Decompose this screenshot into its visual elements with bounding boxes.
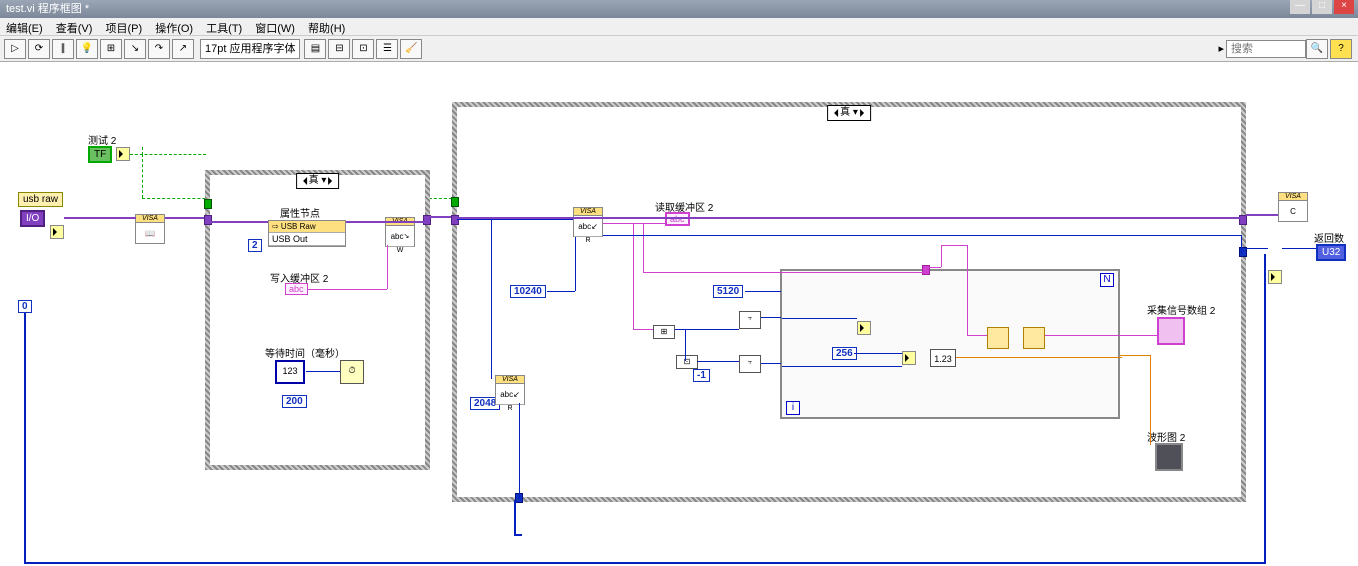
step-over-button[interactable]: ↷ — [148, 39, 170, 59]
split-array-node-2[interactable]: ⫟ — [739, 355, 761, 373]
label-prop-node: 属性节点 — [280, 205, 320, 220]
read-buffer-ind[interactable]: abc — [665, 212, 690, 226]
title-bar: test.vi 程序框图 * — □ × — [0, 0, 1358, 18]
split-array-node-1[interactable]: ⫟ — [739, 311, 761, 329]
string-to-byte-node[interactable]: ⊞ — [653, 325, 675, 339]
convert-node[interactable] — [1023, 327, 1045, 349]
wire-bool-v1 — [142, 154, 143, 198]
resize-button[interactable]: ⊡ — [352, 39, 374, 59]
const-two[interactable]: 2 — [248, 239, 262, 252]
visa-open-icon: 📖 — [136, 223, 164, 243]
const-zero[interactable]: 0 — [18, 300, 32, 313]
search-button[interactable]: 🔍 — [1306, 39, 1328, 59]
close-button[interactable]: × — [1334, 0, 1354, 14]
usb-raw-control[interactable]: I/O — [20, 210, 45, 227]
retain-button[interactable]: ⊞ — [100, 39, 122, 59]
highlight-button[interactable]: 💡 — [76, 39, 98, 59]
cleanup-button[interactable]: 🧹 — [400, 39, 422, 59]
minimize-button[interactable]: — — [1290, 0, 1310, 14]
wait-ms-icon[interactable]: ⏱ — [340, 360, 364, 384]
step-out-button[interactable]: ↗ — [172, 39, 194, 59]
test2-control[interactable]: TF — [88, 146, 112, 163]
visa-read-node-2[interactable]: VISA abc↙ R — [495, 375, 525, 405]
case-selector-2[interactable]: 真 ▾ — [827, 105, 871, 121]
toolbar: ▷ ⟳ ∥ 💡 ⊞ ↘ ↷ ↗ 17pt 应用程序字体 ▤ ⊟ ⊡ ☰ 🧹 ▸ … — [0, 36, 1358, 62]
multiply-icon[interactable] — [857, 321, 871, 335]
to-dbl-node[interactable]: 1.23 — [930, 349, 956, 367]
return-count-indicator[interactable]: U32 — [1316, 244, 1346, 261]
build-array-node[interactable] — [987, 327, 1009, 349]
usb-raw-terminal — [50, 225, 64, 239]
label-waveform: 波形图 2 — [1147, 429, 1185, 444]
maximize-button[interactable]: □ — [1312, 0, 1332, 14]
menu-view[interactable]: 查看(V) — [56, 23, 93, 35]
usb-raw-label-box: usb raw — [18, 192, 63, 207]
const-10240[interactable]: 10240 — [510, 285, 546, 298]
wire-visa-close — [1246, 214, 1278, 216]
tunnel-visa-in-1 — [204, 215, 212, 225]
visa-close-node[interactable]: VISA C — [1278, 192, 1308, 222]
reorder-button[interactable]: ☰ — [376, 39, 398, 59]
write-buffer-const[interactable]: abc — [285, 283, 308, 295]
window-title: test.vi 程序框图 * — [6, 3, 89, 15]
menu-edit[interactable]: 编辑(E) — [6, 23, 43, 35]
signal-array-indicator[interactable] — [1157, 317, 1185, 345]
wire-visa-1 — [64, 217, 136, 219]
menu-help[interactable]: 帮助(H) — [308, 23, 345, 35]
case-selector-1[interactable]: 真 ▾ — [296, 173, 340, 189]
search-container: ▸ 🔍 ? — [1218, 39, 1354, 59]
visa-header: VISA — [136, 215, 164, 223]
menu-bar: 编辑(E) 查看(V) 项目(P) 操作(O) 工具(T) 窗口(W) 帮助(H… — [0, 18, 1358, 36]
align-button[interactable]: ▤ — [304, 39, 326, 59]
wire-zero-h — [24, 562, 1264, 564]
wait-ms-control[interactable]: 123 — [275, 360, 305, 384]
visa-read-node-1[interactable]: VISA abc↙ R — [573, 207, 603, 237]
label-test2: 测试 2 — [88, 132, 116, 147]
for-n[interactable]: N — [1100, 273, 1114, 287]
menu-project[interactable]: 项目(P) — [105, 23, 142, 35]
tunnel-bool-2 — [451, 197, 459, 207]
prop-usb-out: USB Out — [269, 233, 345, 246]
tunnel-bool-1 — [204, 199, 212, 209]
for-i: i — [786, 401, 800, 415]
run-continuous-button[interactable]: ⟳ — [28, 39, 50, 59]
wire-visa-2 — [165, 217, 205, 219]
help-button[interactable]: ? — [1330, 39, 1352, 59]
const-5120[interactable]: 5120 — [713, 285, 743, 298]
menu-window[interactable]: 窗口(W) — [255, 23, 295, 35]
step-in-button[interactable]: ↘ — [124, 39, 146, 59]
menu-operate[interactable]: 操作(O) — [155, 23, 193, 35]
distribute-button[interactable]: ⊟ — [328, 39, 350, 59]
wire-visa-between — [430, 216, 452, 218]
label-wait: 等待时间（毫秒） — [265, 345, 345, 360]
wire-bool-v2 — [142, 147, 143, 155]
wire-zero-v2 — [1264, 254, 1266, 564]
add-icon[interactable] — [902, 351, 916, 365]
const-neg1[interactable]: -1 — [693, 369, 710, 382]
array-size-node[interactable]: ⊡ — [676, 355, 698, 369]
for-loop[interactable]: N i 256 1.23 — [780, 269, 1120, 419]
visa-open-node[interactable]: VISA 📖 — [135, 214, 165, 244]
case-structure-1[interactable]: 真 ▾ 属性节点 ⇨ USB Raw USB Out 2 VISA abc↘ W… — [205, 170, 430, 470]
const-200[interactable]: 200 — [282, 395, 307, 408]
block-diagram[interactable]: http://blog.csdn.net/wywywgy 测试 2 TF usb… — [0, 62, 1358, 566]
gt-node[interactable] — [1268, 270, 1282, 284]
menu-tools[interactable]: 工具(T) — [206, 23, 242, 35]
test2-terminal — [116, 147, 130, 161]
run-button[interactable]: ▷ — [4, 39, 26, 59]
case-structure-2[interactable]: 真 ▾ 10240 2048 5120 -1 VISA abc↙ R VISA … — [452, 102, 1246, 502]
pause-button[interactable]: ∥ — [52, 39, 74, 59]
window-buttons: — □ × — [1288, 0, 1354, 14]
waveform-indicator[interactable] — [1155, 443, 1183, 471]
const-256[interactable]: 256 — [832, 347, 857, 360]
font-select[interactable]: 17pt 应用程序字体 — [200, 39, 300, 59]
property-node[interactable]: ⇨ USB Raw USB Out — [268, 220, 346, 247]
label-signal-array: 采集信号数组 2 — [1147, 302, 1215, 317]
wire-zero-v — [24, 313, 26, 563]
search-input[interactable] — [1226, 40, 1306, 58]
label-return-count: 返回数 — [1314, 230, 1344, 245]
prop-usb-raw: ⇨ USB Raw — [269, 221, 345, 233]
